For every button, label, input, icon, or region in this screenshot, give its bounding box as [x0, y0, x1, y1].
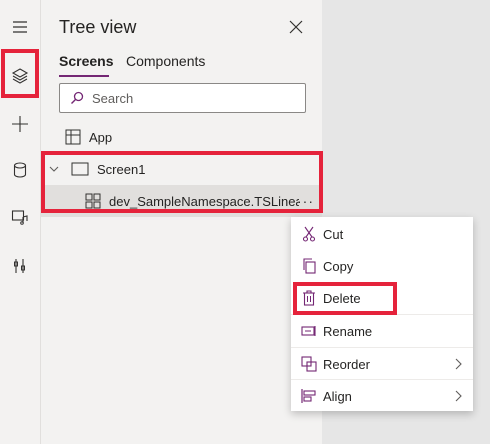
- tab-components[interactable]: Components: [126, 53, 205, 69]
- insert-button[interactable]: [0, 104, 40, 144]
- screen-highlight: [41, 151, 323, 213]
- media-icon: [11, 210, 28, 225]
- close-icon: [289, 20, 303, 34]
- reorder-icon: [301, 356, 317, 372]
- align-icon: [301, 389, 316, 403]
- panel-title: Tree view: [59, 17, 137, 37]
- database-icon: [13, 162, 27, 178]
- menu-item-rename[interactable]: Rename: [291, 315, 473, 347]
- chevron-right-icon: [455, 390, 462, 402]
- chevron-right-icon: [455, 358, 462, 370]
- menu-item-copy[interactable]: Copy: [291, 250, 473, 282]
- active-tab-indicator: [59, 75, 109, 77]
- tab-screens[interactable]: Screens: [59, 53, 113, 69]
- hamburger-menu-button[interactable]: [0, 7, 40, 47]
- plus-icon: [12, 116, 28, 132]
- menu-item-reorder[interactable]: Reorder: [291, 348, 473, 380]
- search-placeholder: Search: [92, 90, 134, 106]
- advanced-tools-button[interactable]: [0, 246, 40, 286]
- menu-item-rename-label: Rename: [323, 323, 373, 339]
- search-input[interactable]: Search: [59, 83, 306, 113]
- menu-item-cut-label: Cut: [323, 226, 344, 242]
- tree-view-panel: Tree view Screens Components Search App …: [41, 0, 322, 444]
- delete-highlight: [293, 282, 397, 315]
- menu-item-cut[interactable]: Cut: [291, 218, 473, 250]
- layers-highlight: [1, 49, 39, 98]
- app-icon: [65, 129, 81, 145]
- menu-item-reorder-label: Reorder: [323, 356, 370, 372]
- menu-item-align-label: Align: [323, 388, 352, 404]
- menu-item-copy-label: Copy: [323, 258, 354, 274]
- scissors-icon: [302, 226, 316, 242]
- tree-item-app-label: App: [89, 129, 113, 145]
- copy-icon: [303, 258, 316, 274]
- menu-item-align[interactable]: Align: [291, 380, 473, 412]
- hamburger-menu-icon: [13, 21, 27, 33]
- search-icon: [71, 91, 84, 104]
- rename-icon: [301, 326, 316, 336]
- close-button[interactable]: [286, 17, 306, 37]
- media-button[interactable]: [0, 197, 40, 237]
- tools-icon: [14, 259, 25, 273]
- data-button[interactable]: [0, 150, 40, 190]
- tree-item-app[interactable]: App: [41, 121, 322, 153]
